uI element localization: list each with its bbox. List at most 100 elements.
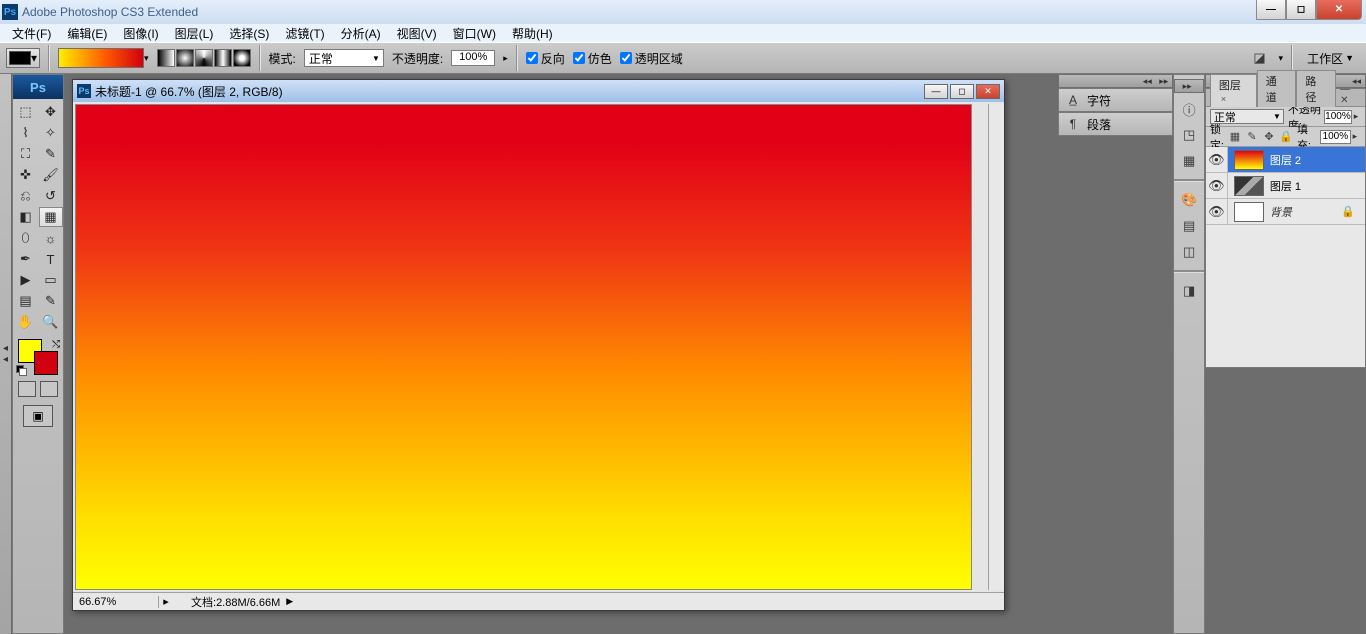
dodge-tool[interactable]: ☼	[39, 228, 63, 248]
layer-row[interactable]: 👁 图层 1	[1206, 173, 1365, 199]
menu-help[interactable]: 帮助(H)	[504, 25, 561, 42]
dock-header-icons[interactable]: ▸▸	[1174, 79, 1204, 93]
gradient-angle-button[interactable]	[195, 49, 213, 67]
fill-input[interactable]: 100%	[1320, 130, 1351, 144]
window-titlebar: Ps Adobe Photoshop CS3 Extended — ◻ ✕	[0, 0, 1366, 24]
document-titlebar[interactable]: Ps 未标题-1 @ 66.7% (图层 2, RGB/8) — ◻ ✕	[73, 80, 1004, 102]
opacity-input[interactable]: 100%	[451, 50, 495, 66]
character-panel-tab[interactable]: A̲ 字符	[1058, 88, 1173, 112]
healing-brush-tool[interactable]: ✜	[14, 165, 38, 185]
brush-tool[interactable]: 🖌	[39, 165, 63, 185]
styles-panel-icon[interactable]: ◫	[1178, 242, 1200, 262]
tab-paths[interactable]: 路径	[1296, 70, 1336, 107]
document-close-button[interactable]: ✕	[976, 84, 1000, 99]
swatches-panel-icon[interactable]: ▤	[1178, 216, 1200, 236]
layers-collapse-icon[interactable]: ◨	[1178, 281, 1200, 301]
notes-tool[interactable]: ▤	[14, 291, 38, 311]
layer-thumbnail[interactable]	[1234, 202, 1264, 222]
layer-thumbnail[interactable]	[1234, 150, 1264, 170]
color-swatches[interactable]: ⤭	[16, 339, 60, 375]
move-tool[interactable]: ⬚	[14, 102, 38, 122]
go-to-bridge-icon[interactable]: ◪	[1249, 48, 1271, 68]
zoom-level[interactable]: 66.67%	[73, 596, 159, 608]
menu-filter[interactable]: 滤镜(T)	[277, 25, 332, 42]
canvas[interactable]	[75, 104, 972, 590]
info-panel-icon[interactable]: ▦	[1178, 151, 1200, 171]
menu-select[interactable]: 选择(S)	[221, 25, 277, 42]
tool-preset-picker[interactable]: ▾	[6, 48, 40, 68]
default-colors-icon[interactable]	[16, 365, 26, 375]
visibility-toggle-icon[interactable]: 👁	[1206, 199, 1228, 224]
document-minimize-button[interactable]: —	[924, 84, 948, 99]
history-brush-tool[interactable]: ↺	[39, 186, 63, 206]
clone-stamp-tool[interactable]: ⎌	[14, 186, 38, 206]
layer-row[interactable]: 👁 背景 🔒	[1206, 199, 1365, 225]
window-minimize-button[interactable]: —	[1256, 0, 1286, 20]
window-maximize-button[interactable]: ◻	[1286, 0, 1316, 20]
zoom-tool[interactable]: 🔍	[39, 312, 63, 332]
layer-thumbnail[interactable]	[1234, 176, 1264, 196]
gradient-diamond-button[interactable]	[233, 49, 251, 67]
workspace-menu[interactable]: 工作区 ▼	[1301, 49, 1360, 67]
transparency-checkbox[interactable]: 透明区域	[620, 50, 683, 67]
pen-tool[interactable]: ✒	[14, 249, 38, 269]
type-tool[interactable]: T	[39, 249, 63, 269]
layer-name[interactable]: 图层 1	[1270, 178, 1301, 194]
window-close-button[interactable]: ✕	[1316, 0, 1362, 20]
document-maximize-button[interactable]: ◻	[950, 84, 974, 99]
dither-checkbox[interactable]: 仿色	[573, 50, 612, 67]
tab-layers[interactable]: 图层×	[1210, 74, 1257, 107]
screen-mode-button[interactable]: ▣	[23, 405, 53, 427]
standard-mode-button[interactable]	[18, 381, 36, 397]
lock-all-icon[interactable]: 🔒	[1279, 130, 1293, 144]
magic-wand-tool[interactable]: ✧	[39, 123, 63, 143]
gradient-reflected-button[interactable]	[214, 49, 232, 67]
paragraph-panel-tab[interactable]: ¶ 段落	[1058, 112, 1173, 136]
visibility-toggle-icon[interactable]: 👁	[1206, 173, 1228, 198]
eraser-tool[interactable]: ◧	[14, 207, 38, 227]
menu-analysis[interactable]: 分析(A)	[333, 25, 389, 42]
menu-view[interactable]: 视图(V)	[389, 25, 445, 42]
menu-window[interactable]: 窗口(W)	[445, 25, 504, 42]
layer-name[interactable]: 图层 2	[1270, 152, 1301, 168]
menu-edit[interactable]: 编辑(E)	[59, 25, 115, 42]
blur-tool[interactable]: ⬯	[14, 228, 38, 248]
dock-header-left[interactable]: ◂◂ ▸▸	[1058, 74, 1173, 88]
swap-colors-icon[interactable]: ⤭	[52, 339, 60, 350]
menu-image[interactable]: 图像(I)	[115, 25, 166, 42]
shape-tool[interactable]: ▭	[39, 270, 63, 290]
quick-mask-button[interactable]	[40, 381, 58, 397]
crop-tool[interactable]: ⛶	[14, 144, 38, 164]
layer-row[interactable]: 👁 图层 2	[1206, 147, 1365, 173]
marquee-tool[interactable]: ✥	[39, 102, 63, 122]
status-play-icon[interactable]: ▸	[159, 595, 173, 608]
eyedropper-tool[interactable]: ✎	[39, 291, 63, 311]
blend-mode-combo[interactable]: 正常	[304, 49, 384, 67]
fill-flyout-icon[interactable]: ▸	[1353, 131, 1361, 142]
gradient-linear-button[interactable]	[157, 49, 175, 67]
lock-transparency-icon[interactable]: ▦	[1228, 130, 1242, 144]
visibility-toggle-icon[interactable]: 👁	[1206, 147, 1228, 172]
opacity-label: 不透明度:	[392, 50, 443, 67]
background-color[interactable]	[34, 351, 58, 375]
tab-channels[interactable]: 通道	[1257, 70, 1297, 107]
gradient-radial-button[interactable]	[176, 49, 194, 67]
menu-file[interactable]: 文件(F)	[4, 25, 59, 42]
color-panel-icon[interactable]: 🎨	[1178, 190, 1200, 210]
navigator-panel-icon[interactable]: ⓘ	[1178, 99, 1200, 119]
gradient-tool[interactable]: ▦	[39, 207, 63, 227]
gradient-preview[interactable]	[58, 48, 144, 68]
menu-layer[interactable]: 图层(L)	[167, 25, 222, 42]
vertical-scrollbar[interactable]	[988, 104, 1004, 590]
path-selection-tool[interactable]: ▶	[14, 270, 38, 290]
slice-tool[interactable]: ✎	[39, 144, 63, 164]
reverse-checkbox[interactable]: 反向	[526, 50, 565, 67]
histogram-panel-icon[interactable]: ◳	[1178, 125, 1200, 145]
status-menu-icon[interactable]: ▶	[286, 596, 293, 607]
layer-blend-mode-combo[interactable]: 正常	[1210, 109, 1284, 124]
lock-pixels-icon[interactable]: ✎	[1245, 130, 1259, 144]
hand-tool[interactable]: ✋	[14, 312, 38, 332]
lasso-tool[interactable]: ⌇	[14, 123, 38, 143]
lock-position-icon[interactable]: ✥	[1262, 130, 1276, 144]
layer-name[interactable]: 背景	[1270, 204, 1292, 220]
